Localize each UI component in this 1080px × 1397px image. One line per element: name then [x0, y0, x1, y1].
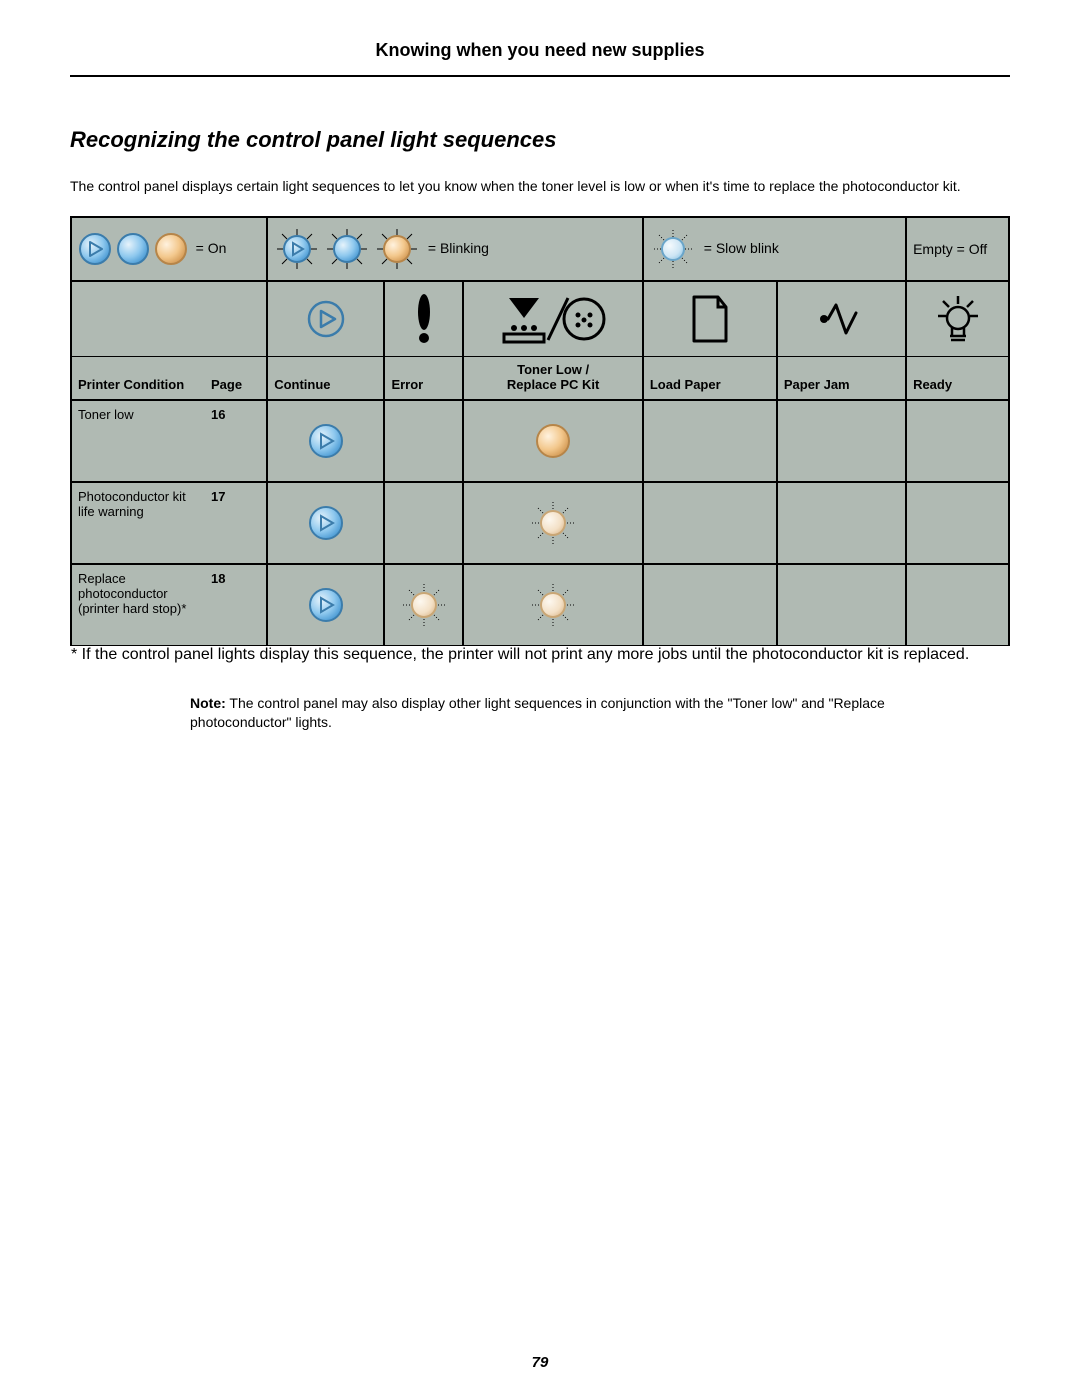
note-label: Note:: [190, 695, 226, 711]
col-jam: Paper Jam: [777, 356, 906, 399]
footnote-row: * If the control panel lights display th…: [71, 645, 1009, 664]
page-header: Knowing when you need new supplies: [70, 40, 1010, 77]
condition-cell: Toner low: [71, 400, 205, 482]
col-error: Error: [384, 356, 463, 399]
legend-blink-label: = Blinking: [428, 240, 489, 256]
col-continue: Continue: [267, 356, 384, 399]
col-toner: Toner Low /Replace PC Kit: [463, 356, 642, 399]
toner-cell: [463, 400, 642, 482]
blink-icon: [324, 228, 370, 270]
note: Note: The control panel may also display…: [190, 694, 900, 732]
page-number: 79: [0, 1354, 1080, 1371]
page-cell: 18: [205, 564, 267, 646]
page-cell: 17: [205, 482, 267, 564]
condition-cell: Photoconductor kit life warning: [71, 482, 205, 564]
table-row: Replace photoconductor (printer hard sto…: [71, 564, 1009, 646]
intro-text: The control panel displays certain light…: [70, 177, 1010, 196]
footnote-text: * If the control panel lights display th…: [71, 645, 1009, 664]
on-orange-icon: [535, 423, 571, 459]
toner-icon: [498, 294, 608, 344]
light-sequence-table: = On: [70, 216, 1010, 664]
col-page: Page: [205, 356, 267, 399]
continue-icon: [306, 299, 346, 339]
paper-jam-icon: [816, 299, 866, 339]
legend-row: = On: [71, 217, 1009, 281]
load-paper-icon: [688, 293, 732, 345]
on-blue-icon: [308, 587, 344, 623]
table-row: Toner low 16: [71, 400, 1009, 482]
on-blue-icon: [308, 423, 344, 459]
on-icon: [154, 232, 188, 266]
blink-orange-icon: [400, 581, 448, 629]
error-icon: [413, 294, 435, 344]
ready-icon: [936, 294, 980, 344]
column-header-row: Printer Condition Page Continue Error To…: [71, 356, 1009, 399]
col-ready: Ready: [906, 356, 1009, 399]
page-cell: 16: [205, 400, 267, 482]
on-icon: [116, 232, 150, 266]
blink-orange-icon: [529, 581, 577, 629]
on-icon: [78, 232, 112, 266]
col-load: Load Paper: [643, 356, 777, 399]
slowblink-icon: [650, 228, 696, 270]
blink-icon: [374, 228, 420, 270]
note-text: The control panel may also display other…: [190, 695, 885, 730]
legend-empty-label: Empty = Off: [906, 217, 1009, 281]
col-condition: Printer Condition: [71, 356, 205, 399]
table-row: Photoconductor kit life warning 17: [71, 482, 1009, 564]
condition-cell: Replace photoconductor (printer hard sto…: [71, 564, 205, 646]
column-icon-row: [71, 281, 1009, 357]
blink-orange-icon: [529, 499, 577, 547]
blink-icon: [274, 228, 320, 270]
section-title: Recognizing the control panel light sequ…: [70, 127, 1010, 153]
legend-on-label: = On: [196, 240, 227, 256]
legend-slow-label: = Slow blink: [704, 240, 779, 256]
on-blue-icon: [308, 505, 344, 541]
continue-cell: [267, 400, 384, 482]
